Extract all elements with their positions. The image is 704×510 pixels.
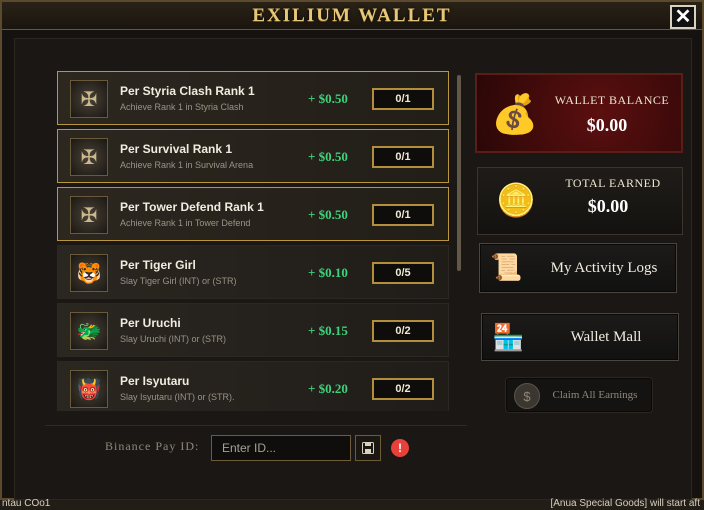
activity-logs-label: My Activity Logs [550,260,658,276]
claim-all-earnings-button[interactable]: $ Claim All Earnings [505,377,653,413]
title-bar: EXILIUM WALLET ✕ [2,2,702,30]
quest-subtitle: Achieve Rank 1 in Styria Clash [120,102,244,112]
quest-row: ✠ Per Styria Clash Rank 1 Achieve Rank 1… [57,71,449,125]
demon-icon: 👹 [70,370,108,408]
quest-row: ✠ Per Survival Rank 1 Achieve Rank 1 in … [57,129,449,183]
binance-pay-id-input[interactable] [211,435,351,461]
quest-progress: 0/2 [372,378,434,400]
total-earned-panel: 🪙 TOTAL EARNED $0.00 [477,167,683,235]
quest-title: Per Styria Clash Rank 1 [120,84,255,98]
divider [45,425,467,426]
total-earned-label: TOTAL EARNED [565,176,661,190]
wallet-mall-button[interactable]: 🏪 Wallet Mall [481,313,679,361]
close-button[interactable]: ✕ [670,5,696,29]
quest-progress: 0/1 [372,204,434,226]
quest-reward: + $0.15 [308,323,348,338]
claim-all-earnings-label: Claim All Earnings [552,389,638,401]
rank-emblem-icon: ✠ [70,138,108,176]
quest-row: ✠ Per Tower Defend Rank 1 Achieve Rank 1… [57,187,449,241]
dollar-coin-icon: $ [514,383,540,409]
window-title: EXILIUM WALLET [252,4,452,26]
alert-icon[interactable]: ! [391,439,409,457]
quest-progress: 0/1 [372,88,434,110]
activity-logs-button[interactable]: 📜 My Activity Logs [479,243,677,293]
dragon-icon: 🐲 [70,312,108,350]
wallet-balance-label: WALLET BALANCE [554,93,670,107]
wallet-window: EXILIUM WALLET ✕ ✠ Per Styria Clash Rank… [0,0,704,500]
quest-subtitle: Achieve Rank 1 in Tower Defend [120,218,251,228]
quest-subtitle: Slay Isyutaru (INT) or (STR). [120,392,235,402]
save-button[interactable] [355,435,381,461]
floppy-disk-icon [362,442,374,454]
quest-reward: + $0.20 [308,381,348,396]
wallet-balance-panel: 💰 WALLET BALANCE $0.00 [475,73,683,153]
quest-title: Per Survival Rank 1 [120,142,233,156]
background-chat-text: ntau COo1 [2,498,51,509]
quest-title: Per Tiger Girl [120,258,196,272]
quest-subtitle: Slay Uruchi (INT) or (STR) [120,334,227,344]
wallet-balance-value: $0.00 [586,115,628,135]
quest-list-scrollbar[interactable] [457,75,461,271]
rank-emblem-icon: ✠ [70,80,108,118]
quest-reward: + $0.50 [308,149,348,164]
quest-title: Per Tower Defend Rank 1 [120,200,264,214]
gold-coins-icon: 🪙 [496,182,536,218]
quest-reward: + $0.50 [308,91,348,106]
quest-progress: 0/1 [372,146,434,168]
binance-pay-label: Binance Pay ID: [105,439,200,453]
quest-progress: 0/5 [372,262,434,284]
tiger-icon: 🐯 [70,254,108,292]
quest-list[interactable]: ✠ Per Styria Clash Rank 1 Achieve Rank 1… [57,71,453,411]
quest-subtitle: Slay Tiger Girl (INT) or (STR) [120,276,237,286]
scroll-icon: 📜 [490,252,523,282]
wallet-mall-label: Wallet Mall [570,329,642,345]
shop-icon: 🏪 [492,322,525,352]
rank-emblem-icon: ✠ [70,196,108,234]
quest-reward: + $0.10 [308,265,348,280]
quest-title: Per Isyutaru [120,374,190,388]
wallet-content: ✠ Per Styria Clash Rank 1 Achieve Rank 1… [14,38,692,500]
quest-row: 👹 Per Isyutaru Slay Isyutaru (INT) or (S… [57,361,449,411]
quest-row: 🐲 Per Uruchi Slay Uruchi (INT) or (STR) … [57,303,449,357]
money-bag-icon: 💰 [491,94,539,136]
quest-subtitle: Achieve Rank 1 in Survival Arena [120,160,254,170]
game-background-strip: ntau COo1 [Anua Special Goods] will star… [0,498,704,510]
total-earned-value: $0.00 [587,196,629,216]
quest-title: Per Uruchi [120,316,181,330]
quest-reward: + $0.50 [308,207,348,222]
quest-progress: 0/2 [372,320,434,342]
background-notice-text: [Anua Special Goods] will start aft [550,498,700,509]
quest-row: 🐯 Per Tiger Girl Slay Tiger Girl (INT) o… [57,245,449,299]
